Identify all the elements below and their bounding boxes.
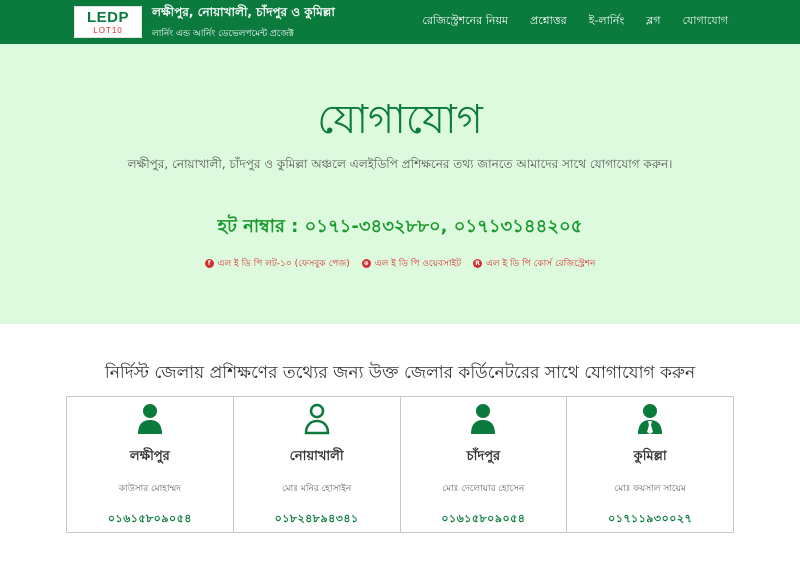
person-icon	[137, 404, 162, 434]
facebook-page-link[interactable]: f এল ই ডি পি লট-১০ (ফেসবুক পেজ)	[204, 256, 350, 271]
website-label: এল ই ডি পি ওয়েবসাইট	[374, 259, 462, 269]
facebook-icon: f	[204, 259, 214, 268]
person-outline-icon	[304, 403, 329, 435]
person-tie-icon	[638, 404, 663, 434]
coordinator-phone[interactable]: ০১৮২৪৮৯৪৩৪১	[234, 510, 400, 529]
main-nav: রেজিস্ট্রেশনের নিয়ম প্রশ্নোত্তর ই-লার্ন…	[422, 12, 728, 31]
coordinator-phone[interactable]: ০১৭১১৯৩০০২৭	[567, 510, 733, 529]
globe-icon: ⊕	[361, 259, 371, 268]
district-name: লক্ষীপুর	[129, 449, 170, 464]
brand-title[interactable]: লক্ষীপুর, নোয়াখালী, চাঁদপুর ও কুমিল্লা	[152, 4, 335, 24]
ledp-logo[interactable]: LEDP LOT10	[74, 6, 142, 38]
coordinator-card-chandpur: চাঁদপুর মোঃ দেলোয়ার হোসেন ০১৬১৫৮০৯০৫৪	[401, 397, 568, 532]
coordinator-name: মোঃ ফয়সাল সায়েম	[614, 484, 686, 494]
coordinator-card-noakhali: নোয়াখালী মোঃ মনির হোসাইন ০১৮২৪৮৯৪৩৪১	[234, 397, 401, 532]
hotline-numbers: হট নাম্বার : ০১৭১-৩৪৩২৮৮০, ০১৭১৩১৪৪২০৫	[217, 216, 583, 237]
contact-links: f এল ই ডি পি লট-১০ (ফেসবুক পেজ) ⊕ এল ই ড…	[0, 256, 800, 271]
page-title: যোগাযোগ	[317, 97, 483, 143]
coordinator-cards: লক্ষীপুর কাউসার মোহাম্মদ ০১৬১৫৮০৯০৫৪ নোয…	[66, 396, 734, 533]
logo-subtext: LOT10	[93, 26, 123, 35]
logo-text: LEDP	[86, 9, 129, 26]
registration-icon: R	[473, 259, 483, 268]
brand-subtitle: লার্নিং এন্ড আর্নিং ডেভেলপমেন্ট প্রজেক্ট	[152, 29, 294, 39]
coordinator-card-lakshmipur: লক্ষীপুর কাউসার মোহাম্মদ ০১৬১৫৮০৯০৫৪	[67, 397, 234, 532]
district-name: নোয়াখালী	[289, 449, 344, 464]
coordinator-card-cumilla: কুমিল্লা মোঃ ফয়সাল সায়েম ০১৭১১৯৩০০২৭	[567, 397, 733, 532]
course-registration-link[interactable]: R এল ই ডি পি কোর্স রেজিস্ট্রেশন	[473, 256, 595, 271]
facebook-page-label: এল ই ডি পি লট-১০ (ফেসবুক পেজ)	[217, 259, 350, 269]
coordinators-heading: নির্দিস্ট জেলায় প্রশিক্ষণের তথ্যের জন্য…	[104, 363, 696, 383]
website-link[interactable]: ⊕ এল ই ডি পি ওয়েবসাইট	[361, 256, 462, 271]
coordinator-name: মোঃ দেলোয়ার হোসেন	[442, 484, 525, 494]
contact-hero: যোগাযোগ লক্ষীপুর, নোয়াখালী, চাঁদপুর ও ক…	[0, 44, 800, 324]
nav-contact[interactable]: যোগাযোগ	[682, 12, 728, 31]
coordinator-name: কাউসার মোহাম্মদ	[118, 484, 182, 494]
person-icon	[471, 404, 496, 434]
coordinator-name: মোঃ মনির হোসাইন	[281, 484, 352, 494]
coordinator-phone[interactable]: ০১৬১৫৮০৯০৫৪	[67, 510, 233, 529]
district-name: চাঁদপুর	[466, 449, 501, 464]
top-navbar: LEDP LOT10 লক্ষীপুর, নোয়াখালী, চাঁদপুর …	[0, 0, 800, 44]
coordinator-phone[interactable]: ০১৬১৫৮০৯০৫৪	[401, 510, 567, 529]
course-registration-label: এল ই ডি পি কোর্স রেজিস্ট্রেশন	[486, 259, 596, 269]
nav-registration-rules[interactable]: রেজিস্ট্রেশনের নিয়ম	[422, 12, 508, 31]
nav-faq[interactable]: প্রশ্নোত্তর	[530, 12, 567, 31]
nav-blog[interactable]: ব্লগ	[646, 12, 660, 31]
district-name: কুমিল্লা	[633, 449, 667, 464]
hero-description: লক্ষীপুর, নোয়াখালী, চাঁদপুর ও কুমিল্লা …	[127, 157, 673, 171]
nav-elearning[interactable]: ই-লার্নিং	[589, 12, 625, 31]
